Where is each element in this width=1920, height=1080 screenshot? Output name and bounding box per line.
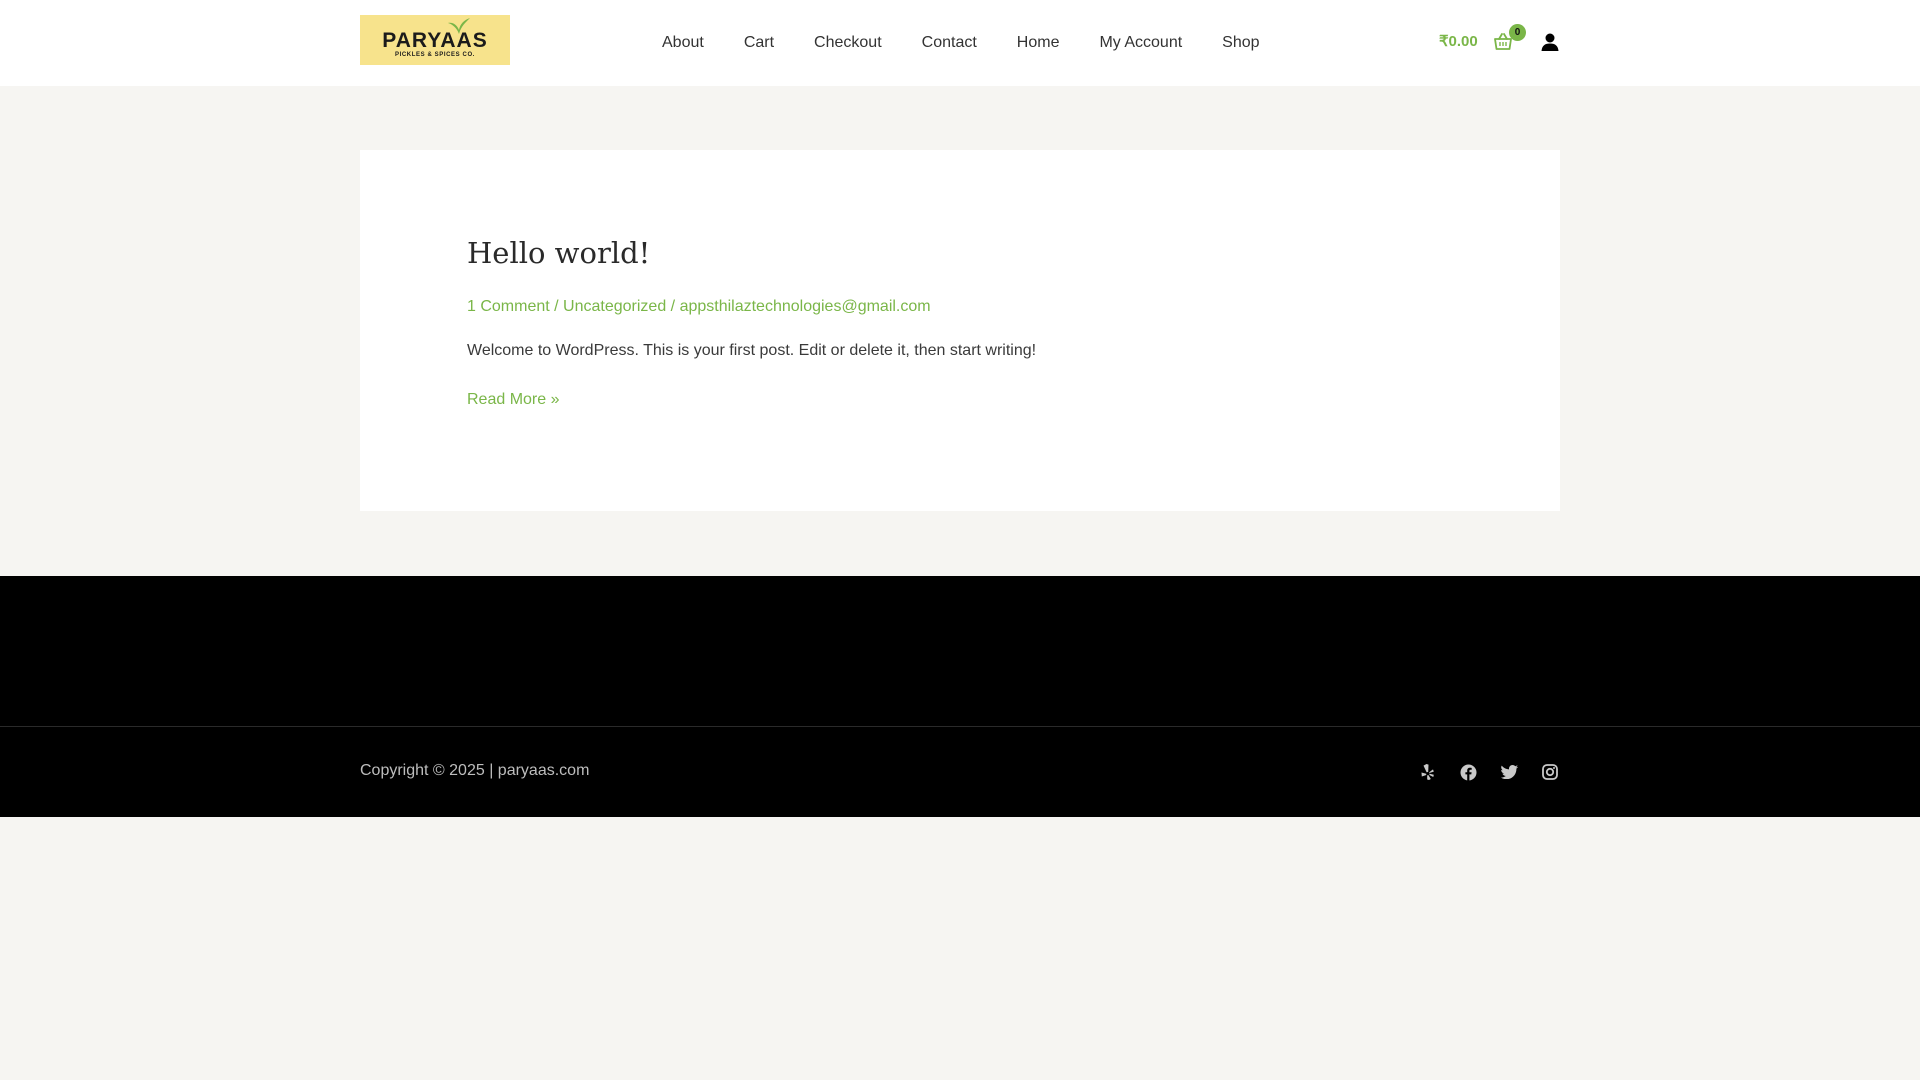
post-author-link[interactable]: appsthilaztechnologies@gmail.com — [680, 298, 931, 315]
post-card: Hello world! 1 Comment / Uncategorized /… — [360, 150, 1560, 511]
meta-separator: / — [666, 298, 680, 315]
nav-item-cart[interactable]: Cart — [724, 0, 794, 86]
instagram-icon[interactable] — [1541, 763, 1559, 781]
leaf-icon — [448, 18, 470, 34]
cart-count-badge: 0 — [1509, 24, 1526, 41]
post-comments-link[interactable]: 1 Comment — [467, 298, 550, 315]
yelp-icon[interactable] — [1418, 763, 1436, 781]
twitter-icon[interactable] — [1500, 763, 1518, 781]
post-category-link[interactable]: Uncategorized — [563, 298, 666, 315]
header-cart[interactable]: ₹0.00 — [1439, 30, 1512, 54]
post-title[interactable]: Hello world! — [467, 236, 650, 270]
copyright-text: Copyright © 2025 | paryaas.com — [360, 762, 590, 779]
nav-item-my-account[interactable]: My Account — [1079, 0, 1202, 86]
logo-name: PARYAAS — [382, 29, 488, 52]
main-nav: About Cart Checkout Contact Home My Acco… — [642, 0, 1280, 86]
user-account-icon[interactable] — [1540, 32, 1560, 52]
nav-item-shop[interactable]: Shop — [1202, 0, 1279, 86]
post-excerpt: Welcome to WordPress. This is your first… — [467, 342, 1037, 359]
read-more-link[interactable]: Read More » — [467, 391, 560, 409]
nav-item-about[interactable]: About — [642, 0, 724, 86]
site-logo[interactable]: PARYAAS PICKLES & SPICES CO. — [360, 15, 510, 65]
nav-item-home[interactable]: Home — [997, 0, 1080, 86]
meta-separator: / — [549, 298, 564, 315]
cart-total: ₹0.00 — [1439, 33, 1478, 50]
footer-widget-area — [0, 576, 1920, 726]
nav-item-checkout[interactable]: Checkout — [794, 0, 902, 86]
post-meta: 1 Comment / Uncategorized / appsthilazte… — [467, 298, 931, 316]
nav-item-contact[interactable]: Contact — [902, 0, 997, 86]
footer-bar: Copyright © 2025 | paryaas.com — [0, 727, 1920, 817]
facebook-icon[interactable] — [1459, 763, 1477, 781]
logo-tagline: PICKLES & SPICES CO. — [394, 52, 475, 58]
social-links — [1418, 763, 1559, 781]
site-header: PARYAAS PICKLES & SPICES CO. About Cart … — [0, 0, 1920, 86]
